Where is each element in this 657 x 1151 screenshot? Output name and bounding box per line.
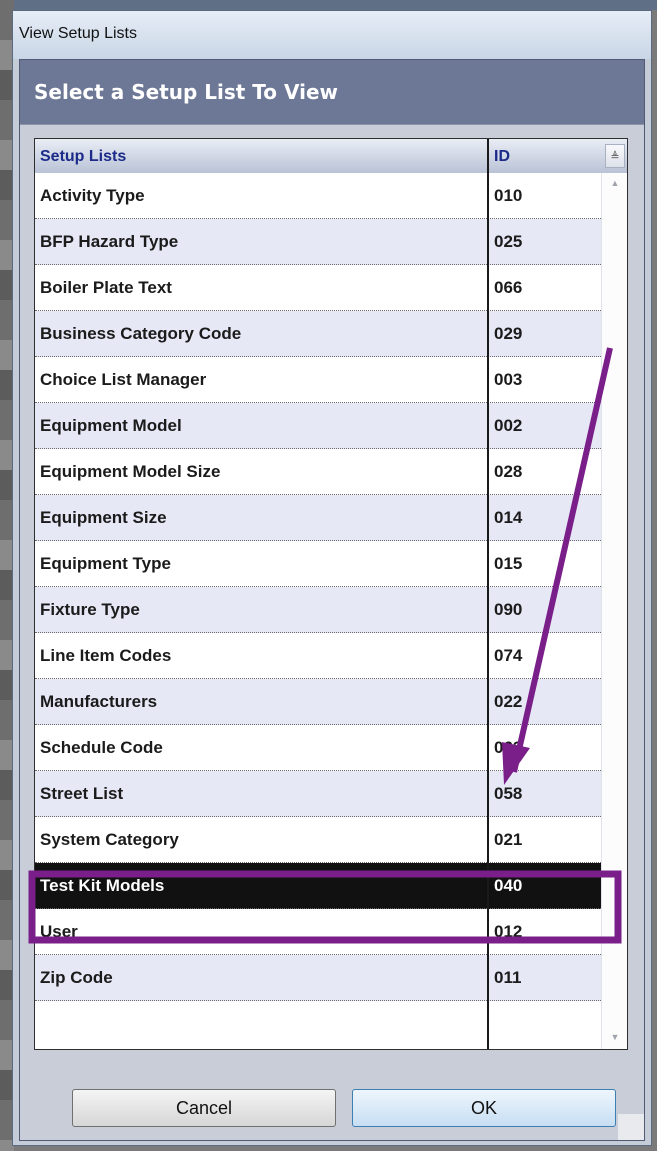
table-row[interactable]: Choice List Manager 003 (35, 357, 601, 403)
dialog-content: Select a Setup List To View Setup Lists … (19, 59, 645, 1141)
window-titlebar[interactable]: View Setup Lists (13, 11, 651, 59)
table-row[interactable]: Equipment Size 014 (35, 495, 601, 541)
setup-list-id: 011 (494, 968, 522, 987)
setup-list-id: 014 (494, 508, 523, 527)
window-title: View Setup Lists (19, 25, 137, 42)
column-header-id[interactable]: ID (489, 139, 601, 173)
scroll-up-arrow-icon[interactable]: ▲ (608, 175, 622, 191)
setup-list-name: Street List (40, 784, 124, 803)
setup-list-name: Equipment Size (40, 508, 167, 527)
table-row[interactable]: Line Item Codes 074 (35, 633, 601, 679)
setup-list-name: Fixture Type (40, 600, 140, 619)
table-row[interactable]: Schedule Code 063 (35, 725, 601, 771)
table-row[interactable]: Business Category Code 029 (35, 311, 601, 357)
setup-list-id: 066 (494, 278, 523, 297)
desktop-background (0, 0, 657, 10)
setup-list-id: 015 (494, 554, 523, 573)
table-row[interactable]: Activity Type 010 (35, 173, 601, 219)
setup-list-id: 012 (494, 922, 523, 941)
setup-list-name: Boiler Plate Text (40, 278, 172, 297)
setup-list-name: Zip Code (40, 968, 113, 987)
setup-list-name: Equipment Type (40, 554, 171, 573)
setup-list-id: 028 (494, 462, 523, 481)
table-row[interactable]: BFP Hazard Type 025 (35, 219, 601, 265)
setup-list-id: 025 (494, 232, 523, 251)
cancel-button[interactable]: Cancel (72, 1089, 336, 1127)
setup-list-id: 022 (494, 692, 523, 711)
setup-list-id: 002 (494, 416, 523, 435)
grid-rows: Activity Type 010 BFP Hazard Type 025 Boiler… (35, 173, 601, 1001)
table-row[interactable]: Street List 058 (35, 771, 601, 817)
table-row[interactable]: Boiler Plate Text 066 (35, 265, 601, 311)
setup-list-name: Business Category Code (40, 324, 242, 343)
table-row[interactable]: Test Kit Models 040 (35, 863, 601, 909)
setup-list-name: Manufacturers (40, 692, 158, 711)
setup-list-id: 029 (494, 324, 523, 343)
setup-list-id: 058 (494, 784, 523, 803)
grid-header: Setup Lists ID ≜ (35, 139, 627, 174)
dialog-header: Select a Setup List To View (20, 60, 644, 124)
setup-list-id: 021 (494, 830, 523, 849)
setup-list-id: 090 (494, 600, 523, 619)
vertical-scrollbar[interactable]: ▲ ▼ (601, 173, 627, 1049)
setup-list-name: Test Kit Models (40, 876, 165, 895)
setup-list-id: 010 (494, 186, 523, 205)
setup-list-name: User (40, 922, 78, 941)
table-row[interactable]: Equipment Model 002 (35, 403, 601, 449)
resize-grip-icon[interactable] (618, 1114, 644, 1140)
dialog-window: View Setup Lists Select a Setup List To … (12, 10, 652, 1146)
setup-list-name: Choice List Manager (40, 370, 207, 389)
ok-button[interactable]: OK (352, 1089, 616, 1127)
table-row[interactable]: System Category 021 (35, 817, 601, 863)
table-row[interactable]: User 012 (35, 909, 601, 955)
table-row[interactable]: Manufacturers 022 (35, 679, 601, 725)
table-row[interactable]: Equipment Type 015 (35, 541, 601, 587)
setup-list-name: BFP Hazard Type (40, 232, 179, 251)
setup-list-id: 063 (494, 738, 523, 757)
setup-list-name: Activity Type (40, 186, 145, 205)
setup-list-id: 074 (494, 646, 523, 665)
dialog-heading: Select a Setup List To View (34, 80, 339, 104)
scroll-down-arrow-icon[interactable]: ▼ (608, 1029, 622, 1045)
setup-list-id: 003 (494, 370, 523, 389)
table-row[interactable]: Fixture Type 090 (35, 587, 601, 633)
setup-list-name: Equipment Model (40, 416, 182, 435)
setup-list-name: Line Item Codes (40, 646, 172, 665)
list-panel: Setup Lists ID ≜ Activity Type 010 BFP Haz… (20, 124, 644, 1070)
table-row[interactable]: Zip Code 011 (35, 955, 601, 1001)
table-row[interactable]: Equipment Model Size 028 (35, 449, 601, 495)
column-header-setup-lists[interactable]: Setup Lists (35, 139, 487, 173)
setup-list-name: Schedule Code (40, 738, 163, 757)
setup-list-id: 040 (494, 876, 523, 895)
setup-list-name: System Category (40, 830, 179, 849)
column-divider (487, 139, 489, 1049)
setup-list-name: Equipment Model Size (40, 462, 221, 481)
setup-lists-grid: Setup Lists ID ≜ Activity Type 010 BFP Haz… (34, 138, 628, 1050)
column-chooser-icon[interactable]: ≜ (605, 144, 625, 168)
dialog-footer: Cancel OK (20, 1069, 644, 1140)
